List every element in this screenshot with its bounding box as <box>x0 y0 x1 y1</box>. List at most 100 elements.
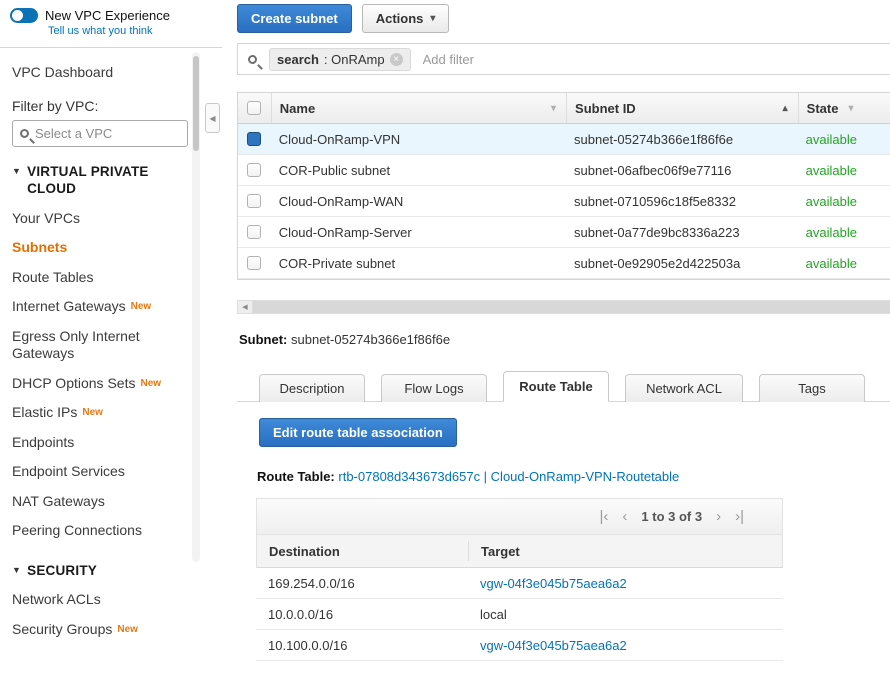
sidebar-collapse-handle[interactable]: ◀ <box>205 103 220 133</box>
tab-route-table[interactable]: Route Table <box>503 371 609 402</box>
search-icon <box>248 55 257 64</box>
row-checkbox[interactable] <box>238 155 271 185</box>
routes-panel: |‹ ‹ 1 to 3 of 3 › ›| Destination Target… <box>256 498 783 661</box>
remove-filter-icon[interactable]: × <box>390 53 403 66</box>
row-checkbox[interactable] <box>238 248 271 278</box>
subnet-name: Cloud-OnRamp-WAN <box>271 194 566 209</box>
section-virtual-private-cloud[interactable]: ▼ VIRTUAL PRIVATE CLOUD <box>12 163 184 198</box>
sidebar: New VPC Experience Tell us what you thin… <box>0 0 222 678</box>
column-header-name[interactable]: Name ▾ <box>271 93 566 123</box>
sidebar-scrollbar-thumb[interactable] <box>193 56 199 151</box>
sort-icon: ▾ <box>551 103 558 114</box>
table-row[interactable]: COR-Public subnet subnet-06afbec06f9e771… <box>238 155 890 186</box>
row-checkbox[interactable] <box>238 124 271 154</box>
subnet-id: subnet-0e92905e2d422503a <box>566 256 798 271</box>
subnet-state: available <box>798 194 890 209</box>
sidebar-item-endpoint-services[interactable]: Endpoint Services <box>12 457 184 487</box>
edit-route-table-association-button[interactable]: Edit route table association <box>259 418 457 447</box>
next-page-icon[interactable]: › <box>716 509 721 524</box>
routes-table-header: Destination Target <box>256 534 783 568</box>
section-security[interactable]: ▼ SECURITY <box>12 562 184 580</box>
new-experience-toggle[interactable] <box>10 8 38 23</box>
horizontal-scrollbar-thumb[interactable] <box>253 301 890 313</box>
tab-flow-logs[interactable]: Flow Logs <box>381 374 487 402</box>
new-badge: New <box>131 301 152 312</box>
subnet-id: subnet-06afbec06f9e77116 <box>566 163 798 178</box>
subnet-id: subnet-0a77de9bc8336a223 <box>566 225 798 240</box>
route-destination: 169.254.0.0/16 <box>256 576 467 591</box>
row-checkbox[interactable] <box>238 217 271 247</box>
routes-pagination: |‹ ‹ 1 to 3 of 3 › ›| <box>256 498 783 534</box>
filter-tag-key: search <box>277 52 319 67</box>
route-target-link[interactable]: vgw-04f3e045b75aea6a2 <box>467 638 783 653</box>
prev-page-icon[interactable]: ‹ <box>622 509 627 524</box>
filter-by-vpc-label: Filter by VPC: <box>12 98 184 114</box>
table-row[interactable]: Cloud-OnRamp-VPN subnet-05274b366e1f86f6… <box>238 124 890 155</box>
route-row: 10.0.0.0/16 local <box>256 599 783 630</box>
last-page-icon[interactable]: ›| <box>735 509 744 524</box>
add-filter-placeholder[interactable]: Add filter <box>423 52 474 67</box>
route-target-link[interactable]: vgw-04f3e045b75aea6a2 <box>467 576 783 591</box>
row-checkbox[interactable] <box>238 186 271 216</box>
subnet-name: Cloud-OnRamp-VPN <box>271 132 566 147</box>
sidebar-nav: VPC Dashboard Filter by VPC: Select a VP… <box>0 48 184 644</box>
search-filter-bar[interactable]: search : OnRAmp × Add filter <box>237 43 890 75</box>
sidebar-item-vpc-dashboard[interactable]: VPC Dashboard <box>12 58 184 88</box>
sidebar-item-nat-gateways[interactable]: NAT Gateways <box>12 487 184 517</box>
sidebar-item-dhcp-options-sets[interactable]: DHCP Options SetsNew <box>12 369 184 399</box>
table-row[interactable]: Cloud-OnRamp-WAN subnet-0710596c18f5e833… <box>238 186 890 217</box>
vpc-experience-block: New VPC Experience Tell us what you thin… <box>0 0 222 48</box>
route-table-line: Route Table: rtb-07808d343673d657c | Clo… <box>257 469 890 484</box>
filter-tag-value: : OnRAmp <box>324 52 385 67</box>
subnets-table-header: Name ▾ Subnet ID ▴ State ▾ <box>238 93 890 124</box>
sidebar-item-peering-connections[interactable]: Peering Connections <box>12 516 184 546</box>
main-content: Create subnet Actions ▾ search : OnRAmp … <box>237 0 890 661</box>
sidebar-item-egress-only-internet-gateways[interactable]: Egress Only Internet Gateways <box>12 322 180 369</box>
subnet-state: available <box>798 132 890 147</box>
tab-network-acl[interactable]: Network ACL <box>625 374 743 402</box>
search-icon <box>20 129 29 138</box>
first-page-icon[interactable]: |‹ <box>600 509 609 524</box>
subnet-value: subnet-05274b366e1f86f6e <box>291 332 450 347</box>
route-table-link[interactable]: rtb-07808d343673d657c | Cloud-OnRamp-VPN… <box>338 469 679 484</box>
sidebar-item-internet-gateways[interactable]: Internet GatewaysNew <box>12 292 184 322</box>
selected-subnet-line: Subnet: subnet-05274b366e1f86f6e <box>239 332 890 347</box>
sidebar-scrollbar[interactable] <box>192 52 200 562</box>
select-all-checkbox[interactable] <box>238 93 271 123</box>
subnet-label: Subnet: <box>239 332 287 347</box>
actions-button[interactable]: Actions ▾ <box>362 4 450 33</box>
select-vpc-placeholder: Select a VPC <box>35 126 112 141</box>
feedback-link[interactable]: Tell us what you think <box>48 25 222 37</box>
subnet-state: available <box>798 256 890 271</box>
sidebar-item-subnets[interactable]: Subnets <box>12 233 184 263</box>
column-header-destination[interactable]: Destination <box>257 544 468 559</box>
route-destination: 10.0.0.0/16 <box>256 607 467 622</box>
sidebar-item-security-groups[interactable]: Security GroupsNew <box>12 615 184 645</box>
chevron-down-icon: ▼ <box>12 163 21 198</box>
tab-tags[interactable]: Tags <box>759 374 865 402</box>
column-header-target[interactable]: Target <box>468 541 782 560</box>
route-row: 169.254.0.0/16 vgw-04f3e045b75aea6a2 <box>256 568 783 599</box>
sidebar-item-elastic-ips[interactable]: Elastic IPsNew <box>12 398 184 428</box>
sidebar-item-your-vpcs[interactable]: Your VPCs <box>12 204 184 234</box>
subnets-table: Name ▾ Subnet ID ▴ State ▾ Cloud-OnRamp-… <box>237 92 890 280</box>
column-header-state[interactable]: State ▾ <box>798 93 890 123</box>
create-subnet-button[interactable]: Create subnet <box>237 4 352 33</box>
column-header-subnet-id[interactable]: Subnet ID ▴ <box>566 93 798 123</box>
new-badge: New <box>82 407 103 418</box>
tab-description[interactable]: Description <box>259 374 365 402</box>
sidebar-item-network-acls[interactable]: Network ACLs <box>12 585 184 615</box>
subnet-id: subnet-0710596c18f5e8332 <box>566 194 798 209</box>
toolbar: Create subnet Actions ▾ <box>237 0 890 33</box>
sidebar-item-endpoints[interactable]: Endpoints <box>12 428 184 458</box>
sidebar-item-route-tables[interactable]: Route Tables <box>12 263 184 293</box>
horizontal-scrollbar[interactable]: ◀ <box>237 300 890 314</box>
pagination-text: 1 to 3 of 3 <box>641 509 702 524</box>
table-row[interactable]: COR-Private subnet subnet-0e92905e2d4225… <box>238 248 890 279</box>
table-row[interactable]: Cloud-OnRamp-Server subnet-0a77de9bc8336… <box>238 217 890 248</box>
new-badge: New <box>117 624 138 635</box>
select-vpc-input[interactable]: Select a VPC <box>12 120 188 147</box>
subnet-name: Cloud-OnRamp-Server <box>271 225 566 240</box>
route-row: 10.100.0.0/16 vgw-04f3e045b75aea6a2 <box>256 630 783 661</box>
scroll-left-icon[interactable]: ◀ <box>238 301 253 313</box>
